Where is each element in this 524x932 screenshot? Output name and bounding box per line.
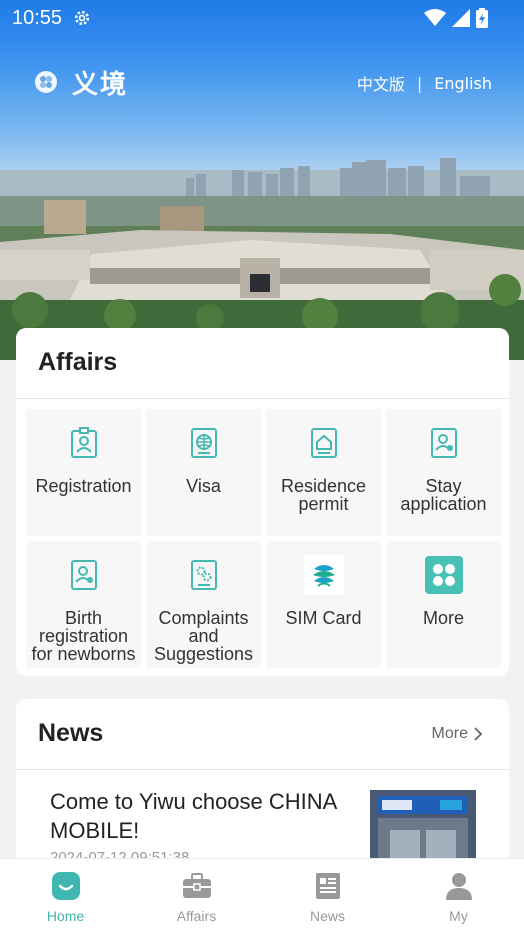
app-header: 义境 中文版 | English (0, 60, 524, 104)
user-icon (445, 873, 472, 900)
cogs-card-icon (184, 555, 224, 595)
grid-more-icon (424, 555, 464, 595)
tile-registration[interactable]: Registration (26, 409, 141, 536)
affairs-grid: Registration Visa Residence permit Stay … (26, 409, 501, 668)
tile-visa[interactable]: Visa (146, 409, 261, 536)
lang-chinese-link[interactable]: 中文版 (357, 71, 405, 95)
status-time: 10:55 (12, 7, 63, 29)
status-bar: 10:55 (0, 0, 524, 36)
person-card-icon (424, 423, 464, 463)
tile-label: Residence permit (280, 476, 367, 514)
tile-complaints-suggestions[interactable]: Complaints and Suggestions (146, 541, 261, 668)
lang-english-link[interactable]: English (434, 74, 492, 93)
nav-news-label: News (309, 908, 345, 924)
language-switcher: 中文版 | English (357, 71, 492, 95)
divider (16, 398, 509, 399)
affairs-card: Affairs Registration Visa Residence perm… (16, 328, 509, 676)
tile-label: More (422, 608, 464, 628)
hero-banner (0, 0, 524, 360)
nav-affairs-label: Affairs (176, 908, 217, 924)
battery-charging-icon (476, 8, 488, 28)
cell-signal-icon (452, 9, 470, 27)
tile-label: Complaints and Suggestions (153, 608, 254, 664)
bottom-navigation: Home Affairs News My (0, 858, 524, 932)
nav-home-label: Home (46, 908, 85, 924)
app-brand-title: 义境 (72, 70, 129, 100)
nav-home[interactable]: Home (0, 859, 131, 932)
nav-my-label: My (449, 908, 468, 924)
news-title: News (38, 719, 104, 747)
divider (16, 769, 509, 770)
tile-more[interactable]: More (386, 541, 501, 668)
nav-news[interactable]: News (262, 859, 393, 932)
nav-my[interactable]: My (393, 859, 524, 932)
tile-sim-card[interactable]: SIM Card (266, 541, 381, 668)
news-more-link[interactable]: More (432, 725, 483, 743)
home-icon (51, 872, 80, 900)
china-mobile-logo (303, 555, 344, 595)
lang-separator: | (416, 73, 423, 93)
home-card-icon (304, 423, 344, 463)
newspaper-icon (315, 873, 340, 899)
app-logo-icon (35, 71, 57, 93)
tile-label: Registration (35, 476, 132, 496)
news-more-label: More (431, 725, 468, 742)
tile-residence-permit[interactable]: Residence permit (266, 409, 381, 536)
tile-label: Birth registration for newborns (31, 608, 136, 664)
tile-label: Visa (186, 476, 221, 496)
affairs-title: Affairs (38, 348, 118, 376)
briefcase-icon (182, 873, 211, 898)
tile-stay-application[interactable]: Stay application (386, 409, 501, 536)
news-item-title[interactable]: Come to Yiwu choose CHINA MOBILE! (50, 787, 340, 845)
nav-affairs[interactable]: Affairs (131, 859, 262, 932)
wifi-icon (424, 9, 446, 26)
id-badge-icon (64, 423, 104, 463)
chevron-right-icon (474, 727, 483, 741)
person-card-icon (64, 555, 104, 595)
settings-gear-icon (74, 10, 90, 26)
tile-label: Stay application (400, 476, 487, 514)
tile-birth-registration[interactable]: Birth registration for newborns (26, 541, 141, 668)
globe-icon (184, 423, 224, 463)
tile-label: SIM Card (285, 608, 362, 628)
